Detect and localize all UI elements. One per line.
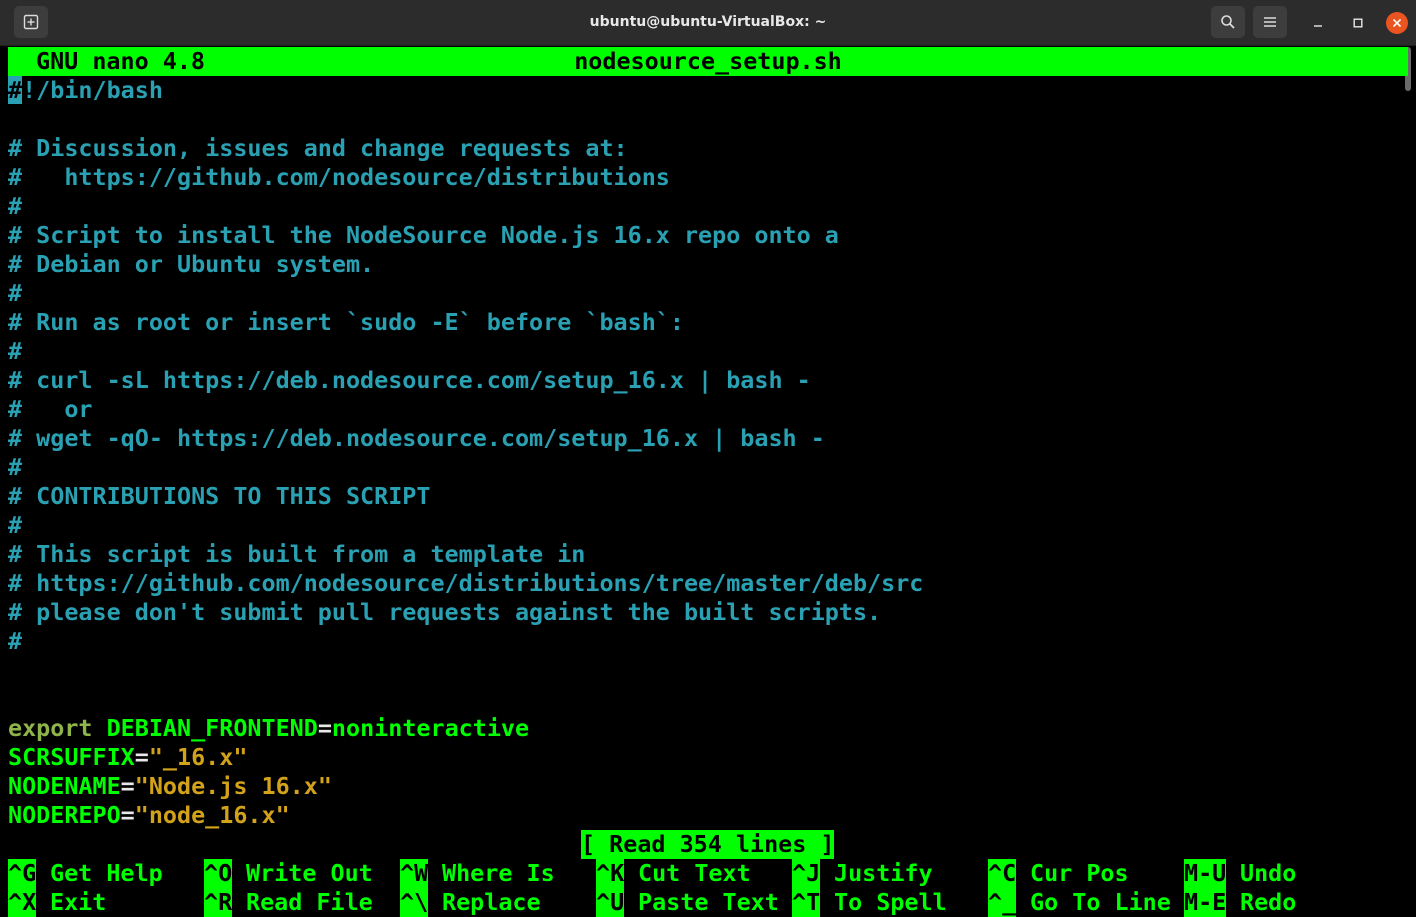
shortcut-key-get-help[interactable]: ^G bbox=[8, 859, 37, 888]
shortcut-label-undo[interactable]: Undo bbox=[1240, 859, 1296, 888]
file-line: # wget -qO- https://deb.nodesource.com/s… bbox=[8, 424, 825, 452]
maximize-button[interactable] bbox=[1347, 12, 1369, 34]
shortcut-label-where-is[interactable]: Where Is bbox=[442, 859, 555, 888]
shortcut-label-justify[interactable]: Justify bbox=[834, 859, 933, 888]
file-line: # bbox=[8, 627, 23, 655]
shortcut-label-write-out[interactable]: Write Out bbox=[246, 859, 373, 888]
title-bar: ubuntu@ubuntu-VirtualBox: ~ bbox=[0, 0, 1416, 46]
file-line: # bbox=[8, 279, 23, 307]
status-message: [ Read 354 lines ] bbox=[581, 830, 835, 859]
file-line: # CONTRIBUTIONS TO THIS SCRIPT bbox=[8, 482, 431, 510]
shortcut-label-go-to-line[interactable]: Go To Line bbox=[1030, 888, 1171, 917]
file-line: # Script to install the NodeSource Node.… bbox=[8, 221, 839, 249]
shortcut-key-redo[interactable]: M-E bbox=[1184, 888, 1227, 917]
file-line: # bbox=[8, 337, 23, 365]
shortcut-key-undo[interactable]: M-U bbox=[1184, 859, 1227, 888]
window-title: ubuntu@ubuntu-VirtualBox: ~ bbox=[589, 14, 827, 30]
file-line: # Debian or Ubuntu system. bbox=[8, 250, 375, 278]
shortcut-key-read-file[interactable]: ^R bbox=[204, 888, 233, 917]
shortcut-key-exit[interactable]: ^X bbox=[8, 888, 37, 917]
minimize-button[interactable] bbox=[1307, 12, 1329, 34]
shortcut-key-cut-text[interactable]: ^K bbox=[596, 859, 625, 888]
maximize-icon bbox=[1353, 18, 1363, 28]
file-line: # bbox=[8, 453, 23, 481]
file-line: export DEBIAN_FRONTEND=noninteractive bbox=[8, 714, 530, 742]
shortcut-label-read-file[interactable]: Read File bbox=[246, 888, 373, 917]
close-icon bbox=[1392, 18, 1402, 28]
shortcut-key-justify[interactable]: ^J bbox=[792, 859, 821, 888]
nano-editor[interactable]: GNU nano 4.8 nodesource_setup.sh #!/bin/… bbox=[8, 47, 1408, 917]
shortcut-label-paste-text[interactable]: Paste Text bbox=[638, 888, 779, 917]
shortcut-key-replace[interactable]: ^\ bbox=[400, 888, 429, 917]
file-line: # https://github.com/nodesource/distribu… bbox=[8, 163, 670, 191]
file-line: NODENAME="Node.js 16.x" bbox=[8, 772, 332, 800]
shortcut-label-cur-pos[interactable]: Cur Pos bbox=[1030, 859, 1129, 888]
text-cursor: # bbox=[8, 76, 23, 104]
shortcut-key-paste-text[interactable]: ^U bbox=[596, 888, 625, 917]
shortcut-label-replace[interactable]: Replace bbox=[442, 888, 541, 917]
shortcut-key-cur-pos[interactable]: ^C bbox=[988, 859, 1017, 888]
minimize-icon bbox=[1314, 25, 1322, 27]
nano-header-bar: GNU nano 4.8 nodesource_setup.sh bbox=[8, 47, 1408, 76]
close-button[interactable] bbox=[1386, 12, 1408, 34]
shortcut-key-write-out[interactable]: ^O bbox=[204, 859, 233, 888]
hamburger-menu-icon bbox=[1264, 17, 1276, 27]
file-line: # bbox=[8, 511, 23, 539]
file-line: # https://github.com/nodesource/distribu… bbox=[8, 569, 924, 597]
file-line: # This script is built from a template i… bbox=[8, 540, 586, 568]
shortcut-label-cut-text[interactable]: Cut Text bbox=[638, 859, 751, 888]
file-line: NODEREPO="node_16.x" bbox=[8, 801, 290, 829]
shortcut-key-go-to-line[interactable]: ^_ bbox=[988, 888, 1017, 917]
shortcut-label-get-help[interactable]: Get Help bbox=[50, 859, 163, 888]
file-line: # please don't submit pull requests agai… bbox=[8, 598, 882, 626]
file-line: # curl -sL https://deb.nodesource.com/se… bbox=[8, 366, 811, 394]
menu-button[interactable] bbox=[1253, 6, 1287, 38]
shortcut-label-to-spell[interactable]: To Spell bbox=[834, 888, 947, 917]
file-line: # Run as root or insert `sudo -E` before… bbox=[8, 308, 684, 336]
shortcut-key-where-is[interactable]: ^W bbox=[400, 859, 429, 888]
shortcut-label-redo[interactable]: Redo bbox=[1240, 888, 1296, 917]
file-line: # or bbox=[8, 395, 93, 423]
terminal-window: ubuntu@ubuntu-VirtualBox: ~ GNU nano 4.8… bbox=[0, 0, 1416, 917]
file-line: #!/bin/bash bbox=[8, 76, 163, 104]
file-line: SCRSUFFIX="_16.x" bbox=[8, 743, 248, 771]
search-button[interactable] bbox=[1211, 6, 1245, 38]
search-icon bbox=[1221, 15, 1235, 29]
shortcut-key-to-spell[interactable]: ^T bbox=[792, 888, 821, 917]
shortcut-label-exit[interactable]: Exit bbox=[50, 888, 106, 917]
file-line: # bbox=[8, 192, 23, 220]
nano-filename: nodesource_setup.sh bbox=[574, 47, 842, 75]
file-line: # Discussion, issues and change requests… bbox=[8, 134, 628, 162]
